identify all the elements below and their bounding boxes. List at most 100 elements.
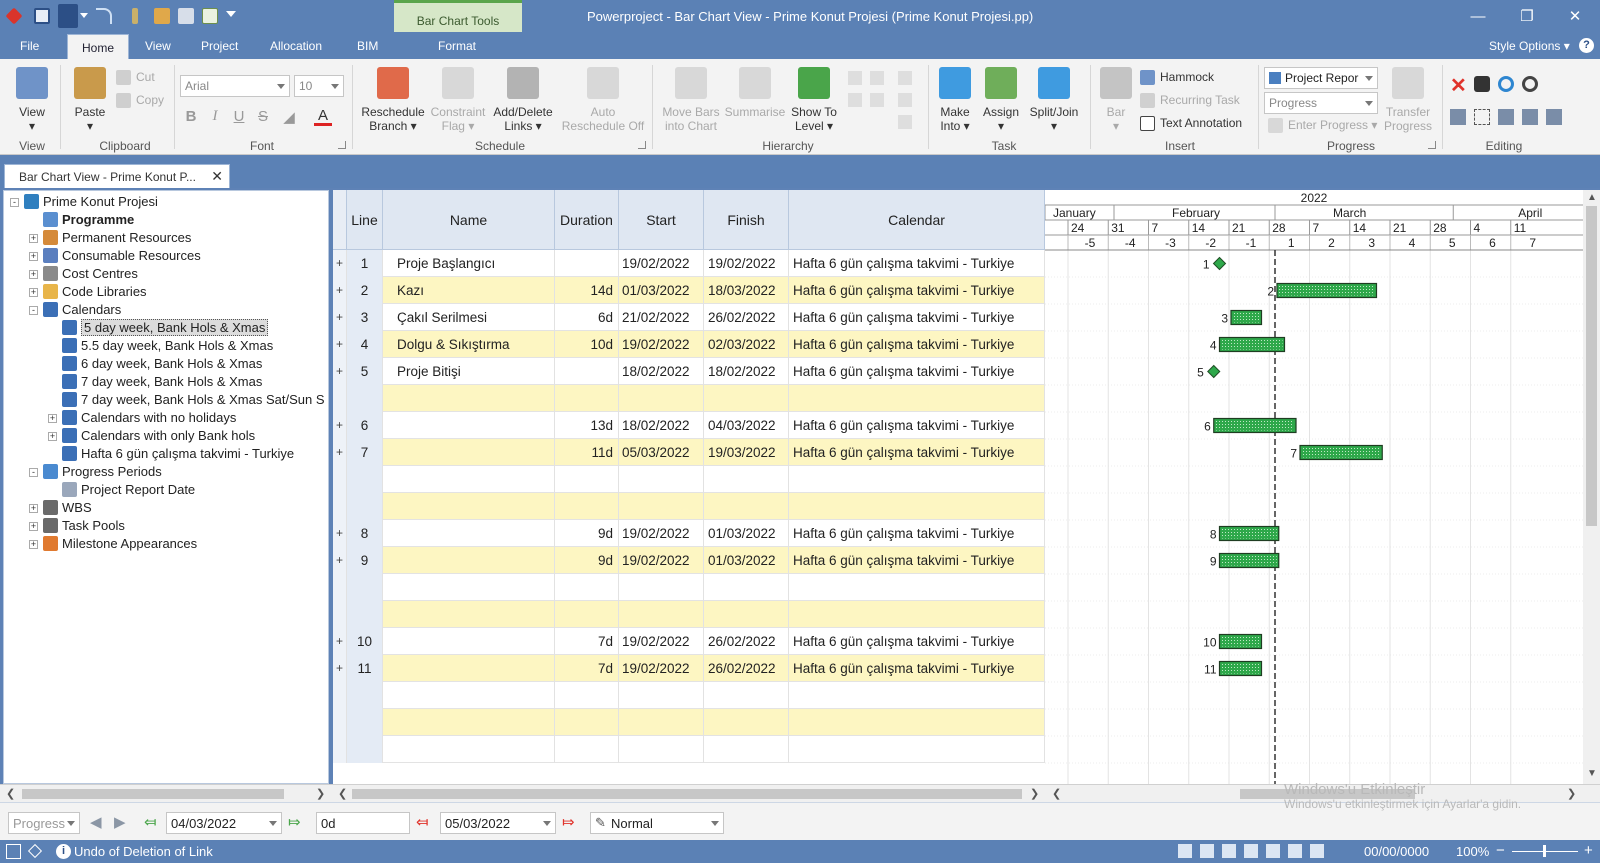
tree-scroll-thumb[interactable]: [22, 789, 284, 799]
progress-mode-combo[interactable]: Progress: [1264, 92, 1378, 114]
cell-line[interactable]: [347, 493, 383, 520]
cell-calendar[interactable]: Hafta 6 gün çalışma takvimi - Turkiye: [789, 655, 1045, 682]
cell-name[interactable]: [383, 601, 555, 628]
tab-file[interactable]: File: [20, 39, 39, 53]
redo-icon[interactable]: [96, 8, 112, 24]
cell-plus[interactable]: +: [333, 250, 347, 277]
header-line[interactable]: Line: [347, 190, 383, 250]
cell-calendar[interactable]: Hafta 6 gün çalışma takvimi - Turkiye: [789, 520, 1045, 547]
cell-duration[interactable]: 11d: [555, 439, 619, 466]
cell-line[interactable]: 5: [347, 358, 383, 385]
table-row[interactable]: [333, 466, 1045, 493]
cell-finish[interactable]: 01/03/2022: [704, 520, 789, 547]
italic-button[interactable]: I: [206, 108, 224, 128]
tree-node[interactable]: Consumable Resources: [43, 247, 201, 265]
view-button[interactable]: View ▾: [14, 67, 50, 133]
tree-node[interactable]: 5.5 day week, Bank Hols & Xmas: [62, 337, 273, 355]
cell-line[interactable]: [347, 574, 383, 601]
cell-name[interactable]: [383, 520, 555, 547]
chart-scroll-left-icon[interactable]: ❮: [1052, 787, 1061, 800]
cell-line[interactable]: 4: [347, 331, 383, 358]
assign-button[interactable]: Assign ▾: [978, 67, 1024, 133]
table-row[interactable]: [333, 736, 1045, 763]
tree-node[interactable]: 7 day week, Bank Hols & Xmas Sat/Sun S: [62, 391, 325, 409]
collapse-icon[interactable]: [870, 93, 884, 107]
scroll-down-arrow-icon[interactable]: ▼: [1587, 768, 1597, 779]
cell-calendar[interactable]: Hafta 6 gün çalışma takvimi - Turkiye: [789, 304, 1045, 331]
tree-expander-icon[interactable]: -: [10, 198, 19, 207]
tree-node[interactable]: Progress Periods: [43, 463, 162, 481]
table-row[interactable]: +6 13d 18/02/2022 04/03/2022 Hafta 6 gün çal…: [333, 412, 1045, 439]
table-row[interactable]: +10 7d 19/02/2022 26/02/2022 Hafta 6 gün çal…: [333, 628, 1045, 655]
refresh-icon[interactable]: [1498, 76, 1514, 92]
cell-start[interactable]: 19/02/2022: [619, 655, 704, 682]
font-family-combo[interactable]: Arial: [180, 75, 290, 97]
cell-name[interactable]: [383, 682, 555, 709]
header-name[interactable]: Name: [383, 190, 555, 250]
transfer-progress-button[interactable]: Transfer Progress: [1380, 67, 1436, 133]
add-delete-links-button[interactable]: Add/Delete Links ▾: [488, 67, 558, 133]
tab-bim[interactable]: BIM: [357, 39, 378, 53]
view-style-combo[interactable]: ✎ Normal: [590, 812, 724, 834]
cell-duration[interactable]: 13d: [555, 412, 619, 439]
dialog-launcher-icon[interactable]: [638, 141, 646, 149]
cell-name[interactable]: Proje Başlangıcı: [383, 250, 555, 277]
cell-duration[interactable]: [555, 493, 619, 520]
cell-name[interactable]: [383, 655, 555, 682]
table-row[interactable]: +4 Dolgu & Sıkıştırma 10d 19/02/2022 02/03/2…: [333, 331, 1045, 358]
cell-calendar[interactable]: [789, 466, 1045, 493]
tree-node[interactable]: WBS: [43, 499, 92, 517]
indent-icon[interactable]: [898, 71, 912, 85]
header-duration[interactable]: Duration: [555, 190, 619, 250]
restore-button[interactable]: ❐: [1512, 6, 1542, 28]
table-row[interactable]: [333, 493, 1045, 520]
tree-expander-icon[interactable]: +: [48, 414, 57, 423]
cell-calendar[interactable]: [789, 682, 1045, 709]
insert-bar-button[interactable]: Bar ▾: [1096, 67, 1136, 133]
cell-line[interactable]: [347, 709, 383, 736]
cell-line[interactable]: 3: [347, 304, 383, 331]
cell-duration[interactable]: 9d: [555, 520, 619, 547]
cell-plus[interactable]: [333, 709, 347, 736]
cell-line[interactable]: 10: [347, 628, 383, 655]
help-icon[interactable]: ?: [1579, 38, 1594, 53]
cell-duration[interactable]: [555, 709, 619, 736]
cell-calendar[interactable]: Hafta 6 gün çalışma takvimi - Turkiye: [789, 277, 1045, 304]
cell-name[interactable]: [383, 736, 555, 763]
enter-progress-button[interactable]: Enter Progress ▾: [1268, 115, 1377, 135]
dialog-launcher-icon[interactable]: [338, 141, 346, 149]
font-color-icon[interactable]: A: [314, 108, 332, 126]
cell-finish[interactable]: 26/02/2022: [704, 304, 789, 331]
cell-finish[interactable]: 26/02/2022: [704, 628, 789, 655]
finish-start-icon[interactable]: ⤆: [416, 813, 429, 831]
cell-start[interactable]: 05/03/2022: [619, 439, 704, 466]
table-row[interactable]: +5 Proje Bitişi 18/02/2022 18/02/2022 Hafta …: [333, 358, 1045, 385]
cell-duration[interactable]: 6d: [555, 304, 619, 331]
tree-node[interactable]: Task Pools: [43, 517, 125, 535]
cell-start[interactable]: 19/02/2022: [619, 628, 704, 655]
cell-duration[interactable]: [555, 736, 619, 763]
paste-button[interactable]: Paste ▾: [72, 67, 108, 133]
tree-expander-icon[interactable]: +: [29, 252, 38, 261]
cell-start[interactable]: [619, 493, 704, 520]
delete-icon[interactable]: ✕: [1450, 73, 1467, 98]
table-row[interactable]: [333, 601, 1045, 628]
cell-calendar[interactable]: Hafta 6 gün çalışma takvimi - Turkiye: [789, 412, 1045, 439]
task-grid[interactable]: Line Name Duration Start Finish Calendar…: [333, 190, 1045, 784]
cell-plus[interactable]: +: [333, 520, 347, 547]
copy-button[interactable]: Copy: [116, 90, 164, 110]
cell-finish[interactable]: 01/03/2022: [704, 547, 789, 574]
tree-scroll-left-icon[interactable]: ❮: [6, 787, 15, 800]
cell-plus[interactable]: +: [333, 439, 347, 466]
gantt-chart[interactable]: 2022 January February March April 24 31 7 14 21 28…: [1045, 190, 1583, 784]
document-tab[interactable]: Bar Chart View - Prime Konut P... ✕: [4, 164, 230, 188]
expand-icon[interactable]: [848, 93, 862, 107]
tree-expander-icon[interactable]: +: [29, 522, 38, 531]
vertical-scrollbar[interactable]: ▲ ▼: [1583, 190, 1600, 784]
cell-plus[interactable]: [333, 682, 347, 709]
cell-line[interactable]: 7: [347, 439, 383, 466]
cell-finish[interactable]: 02/03/2022: [704, 331, 789, 358]
cell-line[interactable]: 11: [347, 655, 383, 682]
tree-expander-icon[interactable]: +: [29, 234, 38, 243]
cell-calendar[interactable]: Hafta 6 gün çalışma takvimi - Turkiye: [789, 250, 1045, 277]
